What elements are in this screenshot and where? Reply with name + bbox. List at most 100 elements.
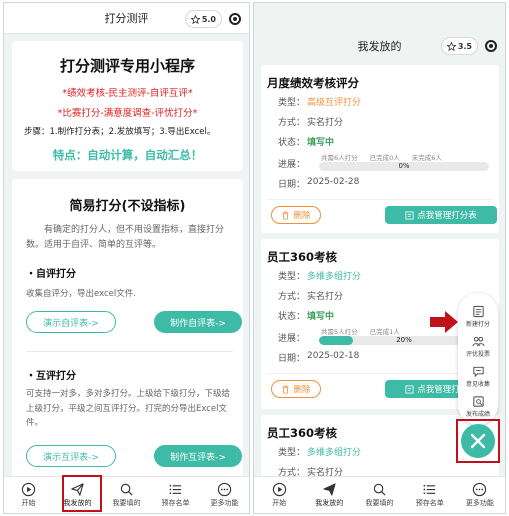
group-icon [471,336,485,347]
floating-menu: 新建打分 评优投票 意见收集 发布成绩 [458,293,498,425]
tab-issued[interactable]: 我发放的 [304,477,354,513]
steps-text: 步骤：1.制作打分表；2.发放填写；3.导出Excel。 [24,127,216,137]
progress-head: 共需5人打分 已完成1人 [321,326,400,336]
self-score-title: ・自评打分 [26,269,76,280]
method-value: 实名打分 [307,118,344,128]
hero-line-1: *绩效考核-民主测评-自评互评* [62,88,193,99]
play-circle-icon [272,482,286,497]
progress-row: 进展： [278,331,305,344]
type-value: 多维多组打分 [307,272,362,282]
progress-total: 共需6人打分 [321,154,358,162]
tab-saved-list[interactable]: 预存名单 [151,477,200,513]
date-row: 日期： 2025-02-18 [278,351,359,364]
demo-self-button[interactable]: 演示自评表-> [26,311,116,333]
type-label: 类型： [278,448,306,458]
progress-row: 进展： [278,157,305,170]
tab-label: 我要填的 [365,499,394,507]
tab-start[interactable]: 开始 [4,477,53,513]
tab-label: 更多功能 [465,499,494,507]
feature-text: 特点：自动计算，自动汇总！ [52,148,203,162]
tab-label: 我发放的 [315,499,344,507]
tab-label: 开始 [272,499,287,507]
hero-line-2: *比赛打分-满意度调查-评优打分* [57,108,198,119]
score-value: 5.0 [201,14,216,24]
date-row: 日期： 2025-02-28 [278,177,359,190]
more-icon [217,482,232,497]
tab-more[interactable]: 更多功能 [200,477,249,513]
trash-icon [282,211,290,220]
divider [267,199,493,200]
progress-todo: 未完成6人 [411,154,442,162]
highlight-box [456,419,500,463]
tab-bar: 开始 我发放的 我要填的 预存名单 更多功能 [4,476,249,513]
section-desc: 有确定的打分人，但不用设置指标，直接打分数。适用于自评、简单的互评等。 [26,225,225,250]
hero-card: 打分测评专用小程序 *绩效考核-民主测评-自评互评* *比赛打分-满意度调查-评… [12,41,243,171]
manage-label: 点我管理打分表 [417,211,477,221]
progress-head: 共需6人打分 已完成0人 未完成6人 [321,152,442,162]
right-screen: 我发放的 3.5 月度绩效考核评分 类型： 高级互评打分 方式： 实名打分 状态：填… [253,2,506,514]
left-screen: 打分测评 5.0 打分测评专用小程序 *绩效考核-民主测评-自评互评* *比赛打… [3,2,250,514]
mutual-score-desc: 可支持一对多，多对多打分。上级给下级打分，下级给上级打分，平级之间互评打分。打完… [26,389,231,428]
section-title: 简易打分(不设指标) [69,199,186,214]
record-icon[interactable] [485,40,497,52]
left-topbar: 打分测评 5.0 [4,3,249,34]
status-label: 状态： [278,312,306,322]
chat-icon [472,366,484,378]
method-label: 方式： [278,292,306,302]
tab-to-fill[interactable]: 我要填的 [102,477,151,513]
edit-doc-icon [405,210,414,220]
make-mutual-button[interactable]: 制作互评表-> [154,445,242,467]
menu-label: 发布成绩 [465,411,490,418]
score-value: 3.5 [457,41,472,51]
date-label: 日期： [278,354,306,364]
menu-label: 意见收集 [465,381,490,388]
date-label: 日期： [278,180,306,190]
delete-label: 删除 [293,385,311,395]
page-title: 打分测评 [104,12,149,25]
menu-feedback[interactable]: 意见收集 [458,365,498,388]
type-label: 类型： [278,98,306,108]
demo-mutual-button[interactable]: 演示互评表-> [26,445,116,467]
tab-label: 更多功能 [210,499,239,507]
hero-title: 打分测评专用小程序 [59,57,195,75]
status-row: 状态： 填写中 [278,309,334,322]
divider [26,351,233,352]
menu-vote[interactable]: 评优投票 [458,335,498,358]
page-title: 我发放的 [357,39,402,53]
edit-doc-icon [405,384,414,394]
date-value: 2025-02-28 [307,177,360,187]
record-icon[interactable] [229,13,241,25]
delete-button[interactable]: 删除 [271,380,321,398]
send-icon [323,483,336,496]
menu-new-score[interactable]: 新建打分 [458,305,498,328]
status-value: 填写中 [307,138,335,148]
screenshot-root: 打分测评 5.0 打分测评专用小程序 *绩效考核-民主测评-自评互评* *比赛打… [0,0,509,516]
type-row: 类型： 多维多组打分 [278,269,361,282]
tab-bar: 开始 我发放的 我要填的 预存名单 更多功能 [254,476,505,513]
highlight-box [62,475,102,512]
tab-start[interactable]: 开始 [254,477,304,513]
more-icon [473,482,487,497]
list-icon [169,484,182,495]
tab-to-fill[interactable]: 我要填的 [354,477,404,513]
menu-publish[interactable]: 发布成绩 [458,395,498,418]
status-label: 状态： [278,138,306,148]
tab-label: 预存名单 [415,499,444,507]
make-self-button[interactable]: 制作自评表-> [154,311,242,333]
score-pill[interactable]: 5.0 [184,10,222,28]
search-icon [373,483,386,496]
form-title: 员工360考核 [267,426,338,440]
tab-more[interactable]: 更多功能 [455,477,505,513]
tab-label: 我要填的 [112,499,141,507]
status-value: 填写中 [307,312,335,322]
trash-icon [282,385,290,394]
form-title: 月度绩效考核评分 [267,76,359,90]
tab-saved-list[interactable]: 预存名单 [405,477,455,513]
progress-done: 已完成1人 [369,328,400,336]
delete-button[interactable]: 删除 [271,206,321,224]
manage-form-button[interactable]: 点我管理打分表 [385,206,497,224]
method-label: 方式： [278,118,306,128]
score-pill[interactable]: 3.5 [440,37,478,55]
method-value: 实名打分 [307,292,344,302]
progress-text: 0% [398,162,410,170]
